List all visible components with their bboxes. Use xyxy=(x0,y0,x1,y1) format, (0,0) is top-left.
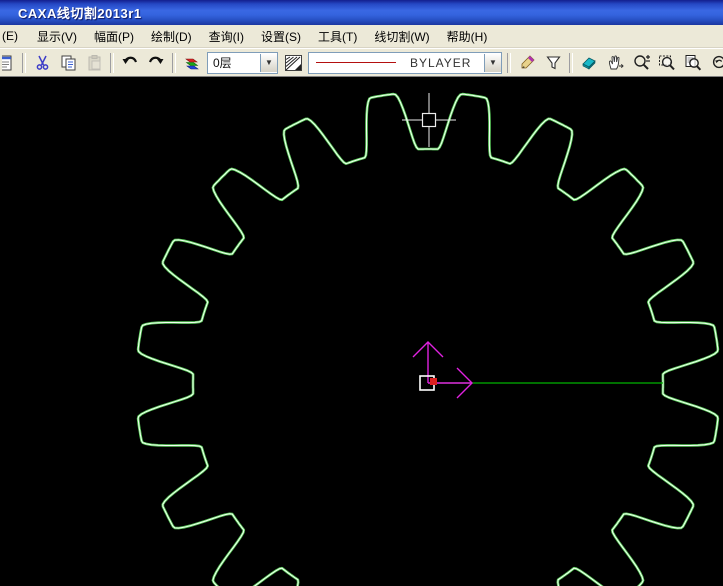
linetype-icon xyxy=(284,54,302,71)
zoom-all-button[interactable] xyxy=(681,51,705,75)
print-preview-button[interactable] xyxy=(1,51,18,75)
main-toolbar: 0层 ▼ BYLAYER ▼ xyxy=(0,48,723,77)
title-bar[interactable]: CAXA线切割2013r1 xyxy=(0,0,723,25)
line-color-swatch xyxy=(316,62,396,63)
app-window: CAXA线切割2013r1 (E) 显示(V) 幅面(P) 绘制(D) 查询(I… xyxy=(0,0,723,586)
linestyle-combobox-value: BYLAYER xyxy=(410,55,472,70)
cut-button[interactable] xyxy=(30,51,54,75)
zoom-previous-icon xyxy=(712,55,723,68)
layer-combobox-value: 0层 xyxy=(213,56,232,70)
layer-combobox[interactable]: 0层 ▼ xyxy=(207,51,278,74)
toolbar-separator xyxy=(22,52,26,73)
menu-item-settings[interactable]: 设置(S) xyxy=(255,26,307,47)
zoom-dynamic-icon xyxy=(634,54,650,70)
crosshair-pickbox-icon xyxy=(421,112,437,128)
pen-icon xyxy=(521,55,535,69)
redo-icon xyxy=(148,56,164,64)
undo-button[interactable] xyxy=(118,51,142,75)
menu-bar: (E) 显示(V) 幅面(P) 绘制(D) 查询(I) 设置(S) 工具(T) … xyxy=(0,25,723,48)
toolbar-separator xyxy=(507,52,511,73)
toolbar-separator xyxy=(569,52,573,73)
zoom-all-icon xyxy=(685,54,702,70)
menu-item-paper[interactable]: 幅面(P) xyxy=(88,26,140,47)
pick-filter-button[interactable] xyxy=(541,51,565,75)
menu-item-tools[interactable]: 工具(T) xyxy=(312,26,363,47)
menu-item-wirecut[interactable]: 线切割(W) xyxy=(368,26,435,47)
cad-view[interactable] xyxy=(0,77,723,586)
zoom-window-icon xyxy=(659,55,675,70)
menu-item-query[interactable]: 查询(I) xyxy=(203,26,250,47)
undo-icon xyxy=(122,56,138,64)
toolbar-separator xyxy=(110,52,114,73)
paste-button[interactable] xyxy=(82,51,106,75)
pan-hand-icon xyxy=(608,55,624,70)
dynamic-zoom-button[interactable] xyxy=(629,51,653,75)
copy-button[interactable] xyxy=(56,51,80,75)
menu-item-display[interactable]: 显示(V) xyxy=(31,26,83,47)
funnel-icon xyxy=(545,56,561,70)
layers-button[interactable] xyxy=(180,51,204,75)
dynamic-pan-button[interactable] xyxy=(603,51,627,75)
chevron-down-icon[interactable]: ▼ xyxy=(484,53,501,72)
dynamic-erase-button[interactable] xyxy=(577,51,601,75)
zoom-window-button[interactable] xyxy=(655,51,679,75)
paste-icon xyxy=(88,55,100,71)
eraser-icon xyxy=(582,57,596,70)
menu-item-edit-partial[interactable]: (E) xyxy=(0,27,24,45)
toolbar-separator xyxy=(172,52,176,73)
chevron-down-icon[interactable]: ▼ xyxy=(260,53,277,72)
copy-icon xyxy=(61,55,75,71)
layers-icon xyxy=(184,58,199,70)
drawing-canvas[interactable] xyxy=(0,77,723,586)
gear-outline[interactable] xyxy=(136,92,720,586)
menu-item-draw[interactable]: 绘制(D) xyxy=(145,26,198,47)
erase-button[interactable] xyxy=(515,51,539,75)
window-title: CAXA线切割2013r1 xyxy=(18,6,142,21)
scissors-icon xyxy=(36,55,48,70)
linetype-button[interactable] xyxy=(281,51,305,75)
linestyle-combobox[interactable]: BYLAYER ▼ xyxy=(308,51,502,74)
print-preview-icon xyxy=(2,55,12,70)
gear-outline-highlight xyxy=(137,93,719,586)
origin-point-marker xyxy=(430,378,437,385)
zoom-previous-button[interactable] xyxy=(707,51,723,75)
redo-button[interactable] xyxy=(144,51,168,75)
menu-item-help[interactable]: 帮助(H) xyxy=(441,26,494,47)
